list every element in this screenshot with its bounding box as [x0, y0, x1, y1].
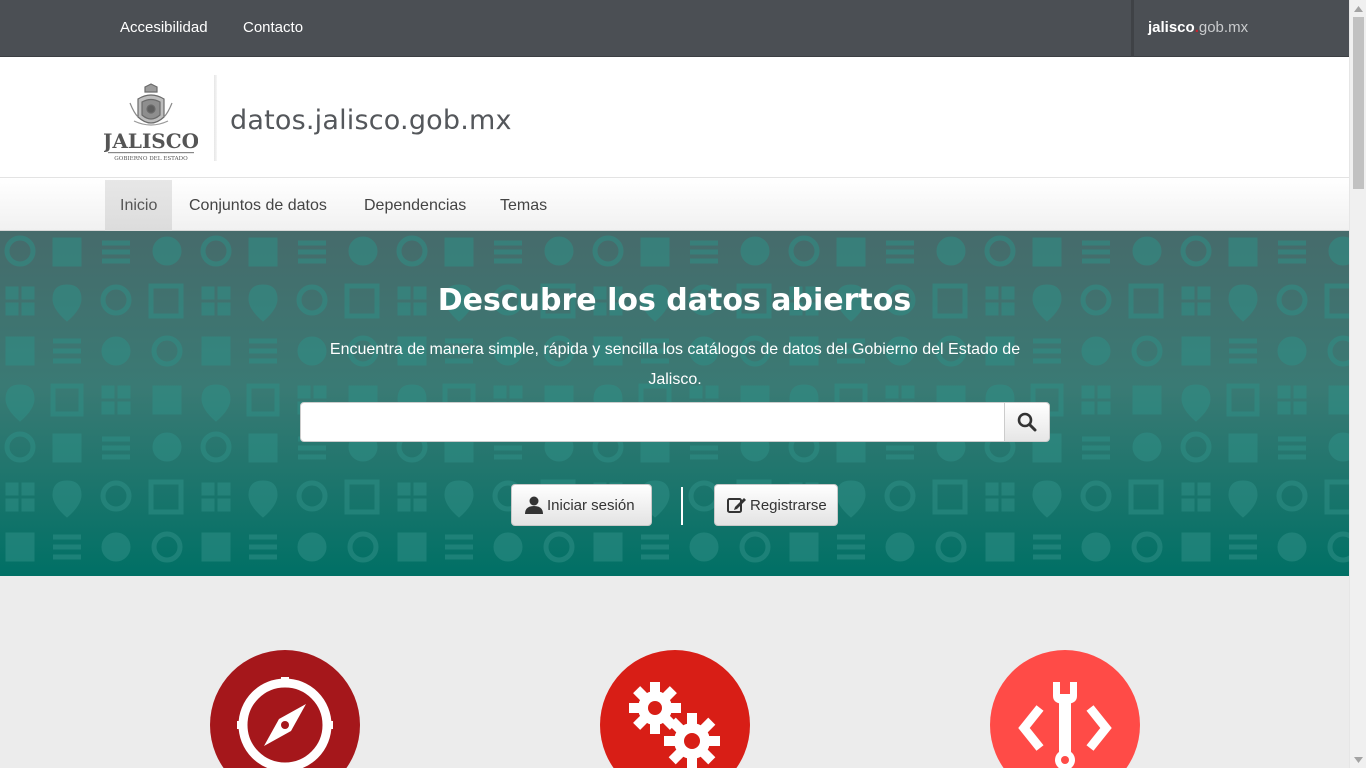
scroll-thumb[interactable] [1353, 17, 1364, 189]
brand-rest: gob.mx [1198, 19, 1249, 36]
register-button[interactable]: Registrarse [714, 484, 838, 526]
top-bar: Accesibilidad Contacto jalisco.gob.mx [0, 0, 1349, 57]
compass-icon [237, 677, 333, 768]
nav-item-conjuntos-de-datos[interactable]: Conjuntos de datos [174, 180, 342, 231]
accessibility-link[interactable]: Accesibilidad [120, 19, 208, 36]
search-input[interactable] [300, 402, 1005, 442]
hero-title: Descubre los datos abiertos [437, 283, 912, 318]
buttons-divider [681, 487, 683, 525]
page: Accesibilidad Contacto jalisco.gob.mx JA… [0, 0, 1349, 768]
logo-subtext: GOBIERNO DEL ESTADO [114, 156, 188, 162]
hero-banner: Descubre los datos abiertos Encuentra de… [0, 231, 1349, 576]
contact-link[interactable]: Contacto [243, 19, 303, 36]
search-button[interactable] [1004, 402, 1050, 442]
logo-text: JALISCO [104, 129, 198, 153]
nav-item-temas[interactable]: Temas [485, 180, 562, 231]
feature-explore[interactable] [210, 650, 360, 768]
brand-bold: jalisco [1148, 19, 1195, 36]
user-icon [524, 496, 544, 514]
login-label: Iniciar sesión [547, 496, 635, 514]
coat-of-arms-icon [129, 83, 173, 126]
logo-divider [214, 75, 217, 161]
nav-item-dependencias[interactable]: Dependencias [349, 180, 481, 231]
edit-icon [727, 496, 747, 514]
feature-settings[interactable] [600, 650, 750, 768]
site-header: JALISCO GOBIERNO DEL ESTADO datos.jalisc… [0, 57, 1349, 178]
feature-developers[interactable] [990, 650, 1140, 768]
code-wrench-icon [1018, 682, 1112, 768]
gears-icon [629, 682, 720, 768]
nav-item-inicio[interactable]: Inicio [105, 180, 173, 231]
hero-subtitle: Encuentra de manera simple, rápida y sen… [329, 341, 1021, 388]
register-label: Registrarse [750, 496, 827, 514]
main-nav: Inicio Conjuntos de datos Dependencias T… [0, 178, 1349, 231]
vertical-scrollbar[interactable] [1349, 0, 1366, 768]
search-icon [1017, 412, 1037, 432]
jalisco-logo[interactable]: JALISCO GOBIERNO DEL ESTADO [104, 83, 198, 167]
site-title[interactable]: datos.jalisco.gob.mx [230, 105, 512, 136]
scroll-up-arrow-icon[interactable] [1350, 0, 1366, 17]
login-button[interactable]: Iniciar sesión [511, 484, 652, 526]
scroll-down-arrow-icon[interactable] [1350, 751, 1366, 768]
jalisco-gob-brand-link[interactable]: jalisco.gob.mx [1131, 0, 1349, 57]
